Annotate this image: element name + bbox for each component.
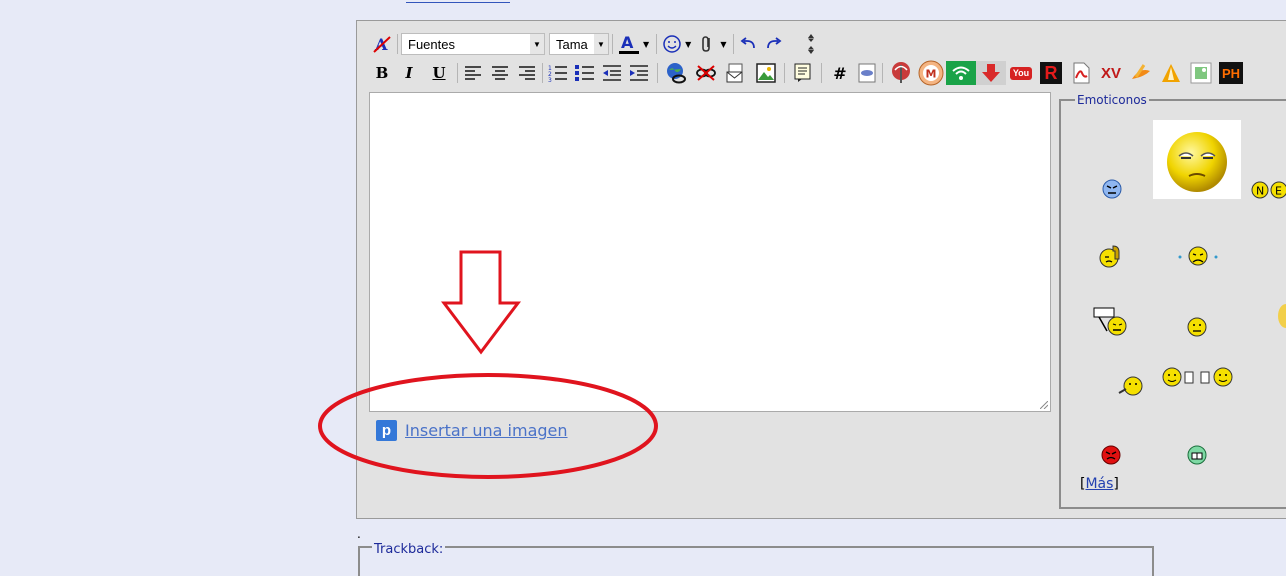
download-icon[interactable]: [976, 61, 1006, 85]
remove-format-button[interactable]: A: [370, 32, 394, 56]
emoticon-sign[interactable]: [1093, 307, 1131, 341]
stray-dot: .: [357, 527, 361, 541]
undo-button[interactable]: [737, 32, 761, 56]
insert-image-row: p Insertar una imagen: [376, 420, 568, 441]
fav-icon[interactable]: [886, 61, 916, 85]
font-color-button[interactable]: A: [616, 32, 642, 56]
emoticon-big-sleepy[interactable]: [1153, 120, 1241, 199]
emoticon-phone[interactable]: [1097, 243, 1123, 273]
outdent-icon[interactable]: [600, 61, 624, 85]
xv-button[interactable]: XV: [1096, 61, 1126, 85]
indent-icon[interactable]: [624, 61, 654, 85]
svg-text:M: M: [926, 68, 937, 81]
separator: [656, 34, 658, 54]
wifi-icon[interactable]: [946, 61, 976, 85]
separator: [784, 63, 785, 83]
underline-button[interactable]: U: [424, 61, 454, 85]
emoticon-dropdown-icon[interactable]: ▼: [685, 40, 691, 49]
ph-icon[interactable]: PH: [1216, 61, 1246, 85]
svg-text:A: A: [621, 33, 634, 52]
font-color-dropdown-icon[interactable]: ▼: [643, 40, 649, 49]
top-link-underline[interactable]: [406, 0, 510, 3]
youtube-icon[interactable]: You: [1006, 61, 1036, 85]
emoticon-neutral[interactable]: [1186, 316, 1208, 342]
emoticon-green-grin[interactable]: [1186, 444, 1208, 470]
warning-icon[interactable]: [1156, 61, 1186, 85]
font-size-value: Tama: [556, 36, 588, 52]
svg-text:N: N: [1256, 185, 1264, 198]
separator: [542, 63, 543, 83]
attachment-button[interactable]: [695, 32, 719, 56]
align-center-icon[interactable]: [485, 61, 515, 85]
svg-text:E: E: [1275, 185, 1282, 198]
postimage-icon[interactable]: p: [376, 420, 397, 441]
emoticon-thinking[interactable]: [1118, 373, 1146, 403]
more-bracket-close: ]: [1113, 476, 1119, 492]
italic-button[interactable]: I: [394, 61, 424, 85]
emoticon-angry-blue[interactable]: [1101, 178, 1123, 204]
toggle-size-icon[interactable]: [799, 32, 823, 56]
insert-link-icon[interactable]: [661, 61, 691, 85]
bold-button[interactable]: B: [370, 61, 394, 85]
font-family-value: Fuentes: [408, 36, 455, 52]
more-emoticons: [Más]: [1080, 476, 1119, 492]
chevron-down-icon[interactable]: ▼: [594, 34, 608, 54]
emoticon-crying[interactable]: [1174, 243, 1222, 273]
mega-icon[interactable]: M: [916, 60, 946, 86]
emoticon-button[interactable]: [660, 32, 684, 56]
insert-image-link[interactable]: Insertar una imagen: [405, 421, 568, 440]
toolbar-row-1: A Fuentes ▼ Tama ▼ A ▼ ▼ ▼: [370, 31, 823, 57]
ordered-list-icon[interactable]: 123: [546, 61, 570, 85]
separator: [457, 63, 458, 83]
separator: [733, 34, 735, 54]
quote-icon[interactable]: [788, 61, 818, 85]
trackback-title: Trackback:: [372, 542, 446, 557]
pdf-icon[interactable]: [1066, 61, 1096, 85]
insert-image-icon[interactable]: [751, 61, 781, 85]
vlc-icon[interactable]: [1126, 61, 1156, 85]
emoticon-cheers[interactable]: [1161, 366, 1235, 394]
trackback-fieldset: [358, 546, 1154, 576]
chevron-down-icon[interactable]: ▼: [530, 34, 544, 54]
redo-button[interactable]: [761, 32, 785, 56]
align-left-icon[interactable]: [461, 61, 485, 85]
separator: [397, 34, 398, 54]
font-family-select[interactable]: Fuentes ▼: [401, 33, 545, 55]
attachment-dropdown-icon[interactable]: ▼: [720, 40, 726, 49]
toolbar-row-2: B I U 123 # M You R XV PH: [370, 60, 1246, 86]
emoticon-partial-yellow[interactable]: [1276, 276, 1286, 340]
php-icon[interactable]: [855, 61, 879, 85]
separator: [657, 63, 658, 83]
resize-handle-icon[interactable]: [1040, 401, 1048, 409]
align-right-icon[interactable]: [515, 61, 539, 85]
svg-text:3: 3: [548, 77, 552, 82]
emoticon-ne[interactable]: NE: [1251, 180, 1286, 204]
unordered-list-icon[interactable]: [570, 61, 600, 85]
unlink-icon[interactable]: [691, 61, 721, 85]
emoticon-devil[interactable]: [1100, 444, 1122, 470]
separator: [821, 63, 822, 83]
font-size-select[interactable]: Tama ▼: [549, 33, 609, 55]
email-icon[interactable]: [721, 61, 751, 85]
message-textarea[interactable]: [369, 92, 1051, 412]
more-emoticons-link[interactable]: Más: [1085, 476, 1113, 492]
r-icon[interactable]: R: [1036, 61, 1066, 85]
image-icon[interactable]: [1186, 61, 1216, 85]
emoticons-title: Emoticonos: [1075, 93, 1149, 107]
separator: [882, 63, 883, 83]
hash-button[interactable]: #: [825, 61, 855, 85]
separator: [612, 34, 613, 54]
